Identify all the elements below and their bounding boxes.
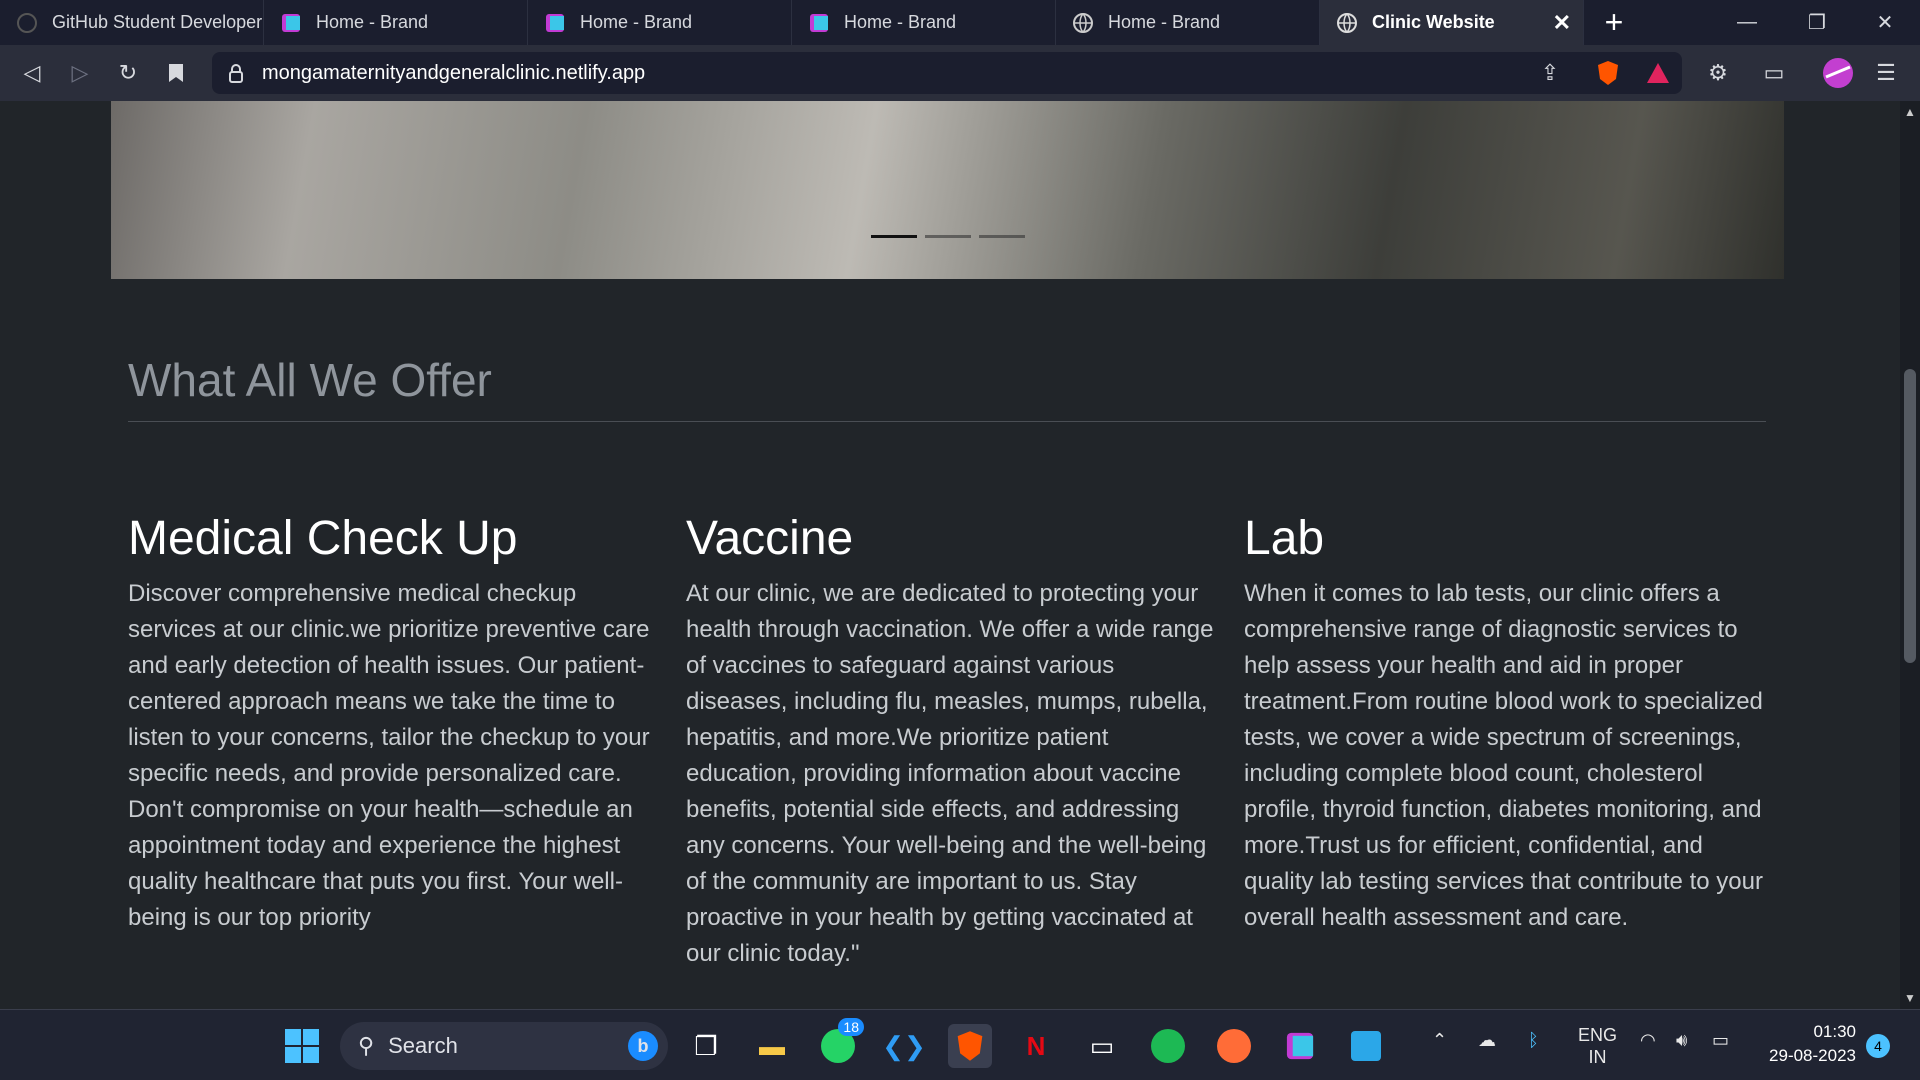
page-scrollbar[interactable]: ▲ ▼ bbox=[1900, 101, 1920, 1009]
tab-brand-3[interactable]: Home - Brand bbox=[792, 0, 1056, 45]
date: 29-08-2023 bbox=[1769, 1046, 1856, 1065]
service-text: Discover comprehensive medical checkup s… bbox=[128, 580, 650, 931]
service-title: Vaccine bbox=[686, 512, 854, 565]
profile-avatar[interactable] bbox=[1814, 45, 1862, 101]
vscode-icon[interactable]: ❮❯ bbox=[882, 1024, 926, 1068]
menu-icon[interactable]: ☰ bbox=[1862, 45, 1910, 101]
chevron-up-icon[interactable]: ⌃ bbox=[1432, 1030, 1447, 1051]
page-viewport: What All We Offer Medical Check Up Disco… bbox=[0, 101, 1900, 1009]
brave-shield-icon[interactable] bbox=[1584, 45, 1632, 101]
minimize-icon[interactable]: — bbox=[1712, 0, 1782, 45]
url-text: mongamaternityandgeneralclinic.netlify.a… bbox=[262, 61, 646, 84]
file-explorer-icon[interactable]: ▬ bbox=[750, 1024, 794, 1068]
brave-rewards-icon[interactable] bbox=[1634, 45, 1682, 101]
lock-icon bbox=[229, 64, 243, 83]
time: 01:30 bbox=[1813, 1022, 1856, 1041]
address-bar[interactable]: mongamaternityandgeneralclinic.netlify.a… bbox=[212, 52, 1682, 94]
service-title: Medical Check Up bbox=[128, 512, 518, 565]
close-tab-icon[interactable]: ✕ bbox=[1553, 10, 1571, 36]
extensions-icon[interactable]: ⚙ bbox=[1694, 45, 1742, 101]
carousel-indicator[interactable] bbox=[979, 235, 1025, 238]
clock[interactable]: 01:30 29-08-2023 bbox=[1760, 1020, 1856, 1068]
battery-icon[interactable]: ▭ bbox=[1712, 1030, 1729, 1051]
lang-line2: IN bbox=[1588, 1047, 1607, 1067]
spotify-icon[interactable] bbox=[1146, 1024, 1190, 1068]
bing-icon: b bbox=[628, 1031, 658, 1061]
section-title: What All We Offer bbox=[128, 354, 492, 406]
onedrive-icon[interactable]: ☁ bbox=[1478, 1030, 1496, 1051]
tab-bar: GitHub Student Developer Home - Brand Ho… bbox=[0, 0, 1920, 45]
taskbar-search[interactable]: ⚲ Search b bbox=[340, 1022, 668, 1070]
task-view-icon[interactable]: ❐ bbox=[684, 1024, 728, 1068]
lang-line1: ENG bbox=[1578, 1025, 1618, 1045]
taskbar: ⚲ Search b ❐ ▬ 18 ❮❯ N ▭ ⌃ ☁ ᛒ ENG IN ◠ … bbox=[0, 1009, 1920, 1080]
bookmark-icon[interactable] bbox=[152, 45, 200, 101]
wifi-icon[interactable]: ◠ bbox=[1640, 1030, 1656, 1051]
divider bbox=[128, 421, 1766, 422]
github-icon bbox=[17, 12, 37, 33]
hero-carousel bbox=[111, 101, 1784, 279]
service-card-checkup: Medical Check Up Discover comprehensive … bbox=[128, 511, 658, 936]
globe-icon bbox=[1073, 12, 1093, 33]
back-icon[interactable]: ◁ bbox=[8, 45, 56, 101]
tab-brand-2[interactable]: Home - Brand bbox=[528, 0, 792, 45]
carousel-indicator[interactable] bbox=[925, 235, 971, 238]
tab-github[interactable]: GitHub Student Developer bbox=[0, 0, 264, 45]
notification-badge: 18 bbox=[838, 1018, 864, 1036]
search-label: Search bbox=[388, 1033, 458, 1058]
volume-icon[interactable]: 🔊︎ bbox=[1676, 1030, 1687, 1051]
tab-title: Clinic Website bbox=[1372, 12, 1495, 32]
tab-title: GitHub Student Developer bbox=[52, 12, 263, 32]
restore-icon[interactable]: ❐ bbox=[1782, 0, 1852, 45]
service-card-lab: Lab When it comes to lab tests, our clin… bbox=[1244, 511, 1774, 936]
globe-icon bbox=[1337, 12, 1357, 33]
tab-brand-4[interactable]: Home - Brand bbox=[1056, 0, 1320, 45]
service-card-vaccine: Vaccine At our clinic, we are dedicated … bbox=[686, 511, 1216, 972]
tab-title: Home - Brand bbox=[1108, 12, 1221, 32]
share-icon[interactable]: ⇪ bbox=[1526, 45, 1574, 101]
language-indicator[interactable]: ENG IN bbox=[1578, 1024, 1617, 1068]
brave-browser-icon[interactable] bbox=[948, 1024, 992, 1068]
brand-app-icon[interactable] bbox=[1278, 1024, 1322, 1068]
scroll-down-icon[interactable]: ▼ bbox=[1900, 991, 1920, 1005]
forward-icon[interactable]: ▷ bbox=[56, 45, 104, 101]
brand-icon bbox=[810, 13, 828, 32]
scrollbar-thumb[interactable] bbox=[1904, 369, 1916, 663]
tab-title: Home - Brand bbox=[316, 12, 429, 32]
whatsapp-icon[interactable]: 18 bbox=[816, 1018, 864, 1068]
netflix-icon[interactable]: N bbox=[1014, 1024, 1058, 1068]
tab-clinic-website[interactable]: Clinic Website ✕ bbox=[1320, 0, 1584, 45]
brand-icon bbox=[546, 13, 564, 32]
service-title: Lab bbox=[1244, 512, 1325, 565]
bluetooth-icon[interactable]: ᛒ bbox=[1528, 1030, 1539, 1051]
postman-icon[interactable] bbox=[1212, 1024, 1256, 1068]
close-window-icon[interactable]: ✕ bbox=[1850, 0, 1920, 45]
reload-icon[interactable]: ↻ bbox=[104, 45, 152, 101]
scroll-up-icon[interactable]: ▲ bbox=[1900, 105, 1920, 119]
notification-count[interactable]: 4 bbox=[1866, 1034, 1890, 1058]
service-text: At our clinic, we are dedicated to prote… bbox=[686, 580, 1214, 967]
photos-icon[interactable] bbox=[1344, 1024, 1388, 1068]
carousel-indicators bbox=[871, 235, 1025, 238]
tab-brand-1[interactable]: Home - Brand bbox=[264, 0, 528, 45]
service-text: When it comes to lab tests, our clinic o… bbox=[1244, 580, 1763, 931]
search-icon: ⚲ bbox=[358, 1033, 375, 1058]
tab-title: Home - Brand bbox=[844, 12, 957, 32]
wallet-icon[interactable]: ▭ bbox=[1750, 45, 1798, 101]
terminal-icon[interactable]: ▭ bbox=[1080, 1024, 1124, 1068]
start-button[interactable] bbox=[280, 1024, 324, 1068]
new-tab-button[interactable]: + bbox=[1584, 0, 1644, 45]
carousel-indicator[interactable] bbox=[871, 235, 917, 238]
tab-title: Home - Brand bbox=[580, 12, 693, 32]
brand-icon bbox=[282, 13, 300, 32]
